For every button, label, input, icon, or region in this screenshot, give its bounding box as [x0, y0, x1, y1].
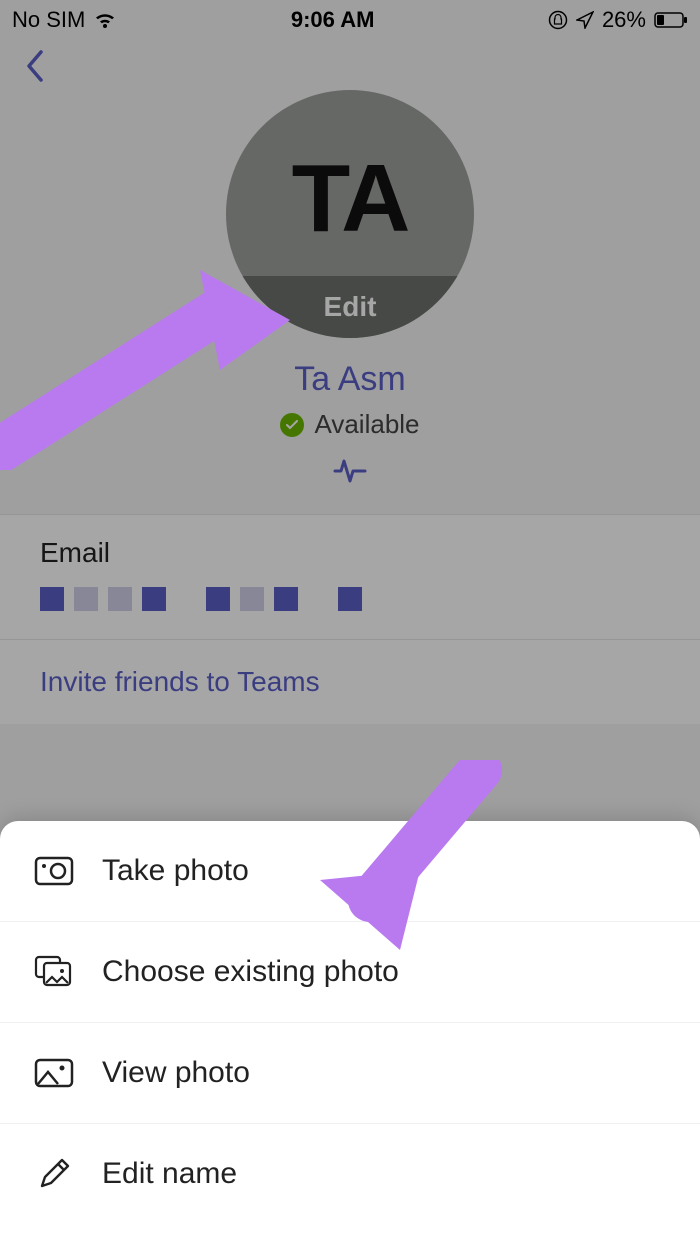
annotation-arrow-1	[0, 250, 310, 470]
camera-icon	[34, 851, 74, 891]
edit-name-label: Edit name	[102, 1157, 237, 1191]
view-photo-option[interactable]: View photo	[0, 1023, 700, 1124]
choose-photo-label: Choose existing photo	[102, 955, 399, 989]
take-photo-label: Take photo	[102, 854, 249, 888]
edit-name-option[interactable]: Edit name	[0, 1124, 700, 1224]
gallery-icon	[34, 952, 74, 992]
pencil-icon	[34, 1154, 74, 1194]
image-icon	[34, 1053, 74, 1093]
screen: No SIM 9:06 AM 26% TA Edit	[0, 0, 700, 1244]
annotation-arrow-2	[300, 760, 520, 960]
view-photo-label: View photo	[102, 1056, 250, 1090]
